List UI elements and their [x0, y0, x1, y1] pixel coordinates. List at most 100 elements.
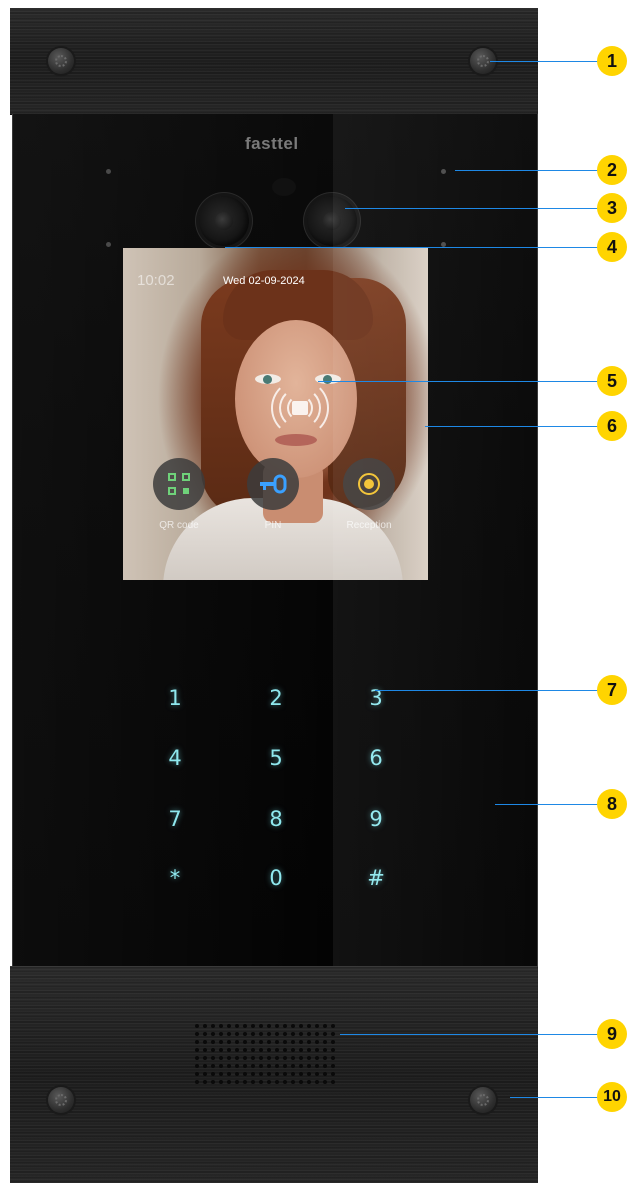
keypad-key-9[interactable]: 9	[356, 807, 396, 831]
speaker-hole	[307, 1056, 311, 1060]
speaker-hole	[315, 1024, 319, 1028]
reception-label: Reception	[346, 520, 392, 531]
keypad-key-7[interactable]: 7	[155, 807, 195, 831]
callout-badge-9: 9	[597, 1019, 627, 1049]
reception-button[interactable]	[343, 458, 395, 510]
glass-front-panel: fasttel 10:02 Wed 02-09-2024 QR code PIN…	[12, 114, 538, 966]
speaker-hole	[211, 1048, 215, 1052]
speaker-hole	[283, 1064, 287, 1068]
speaker-hole	[195, 1032, 199, 1036]
speaker-hole	[227, 1064, 231, 1068]
speaker-hole	[283, 1048, 287, 1052]
speaker-hole	[203, 1040, 207, 1044]
speaker-hole	[323, 1040, 327, 1044]
top-metal-plate	[10, 8, 538, 115]
speaker-hole	[211, 1080, 215, 1084]
speaker-hole	[299, 1056, 303, 1060]
door-intercom-panel: fasttel 10:02 Wed 02-09-2024 QR code PIN…	[10, 8, 538, 1183]
speaker-hole	[251, 1040, 255, 1044]
keypad-key-2[interactable]: 2	[256, 686, 296, 710]
keypad-key-4[interactable]: 4	[155, 746, 195, 770]
speaker-hole	[267, 1048, 271, 1052]
speaker-hole	[259, 1048, 263, 1052]
speaker-hole	[211, 1040, 215, 1044]
speaker-hole	[259, 1056, 263, 1060]
keypad-key-1[interactable]: 1	[155, 686, 195, 710]
keypad-key-6[interactable]: 6	[356, 746, 396, 770]
speaker-hole	[315, 1072, 319, 1076]
keypad-key-star[interactable]: *	[155, 866, 195, 890]
speaker-hole	[331, 1048, 335, 1052]
callout-badge-3: 3	[597, 193, 627, 223]
callout-badge-1: 1	[597, 46, 627, 76]
speaker-hole	[227, 1024, 231, 1028]
speaker-hole	[307, 1048, 311, 1052]
speaker-hole	[291, 1024, 295, 1028]
keypad-key-5[interactable]: 5	[256, 746, 296, 770]
speaker-hole	[291, 1072, 295, 1076]
speaker-hole	[211, 1024, 215, 1028]
speaker-hole	[227, 1040, 231, 1044]
speaker-hole	[283, 1040, 287, 1044]
speaker-hole	[211, 1064, 215, 1068]
speaker-hole	[307, 1064, 311, 1068]
speaker-hole	[219, 1032, 223, 1036]
callout-badge-4: 4	[597, 232, 627, 262]
qr-code-label: QR code	[159, 520, 199, 531]
callout-badge-2: 2	[597, 155, 627, 185]
speaker-hole	[203, 1032, 207, 1036]
screw-icon	[48, 1087, 74, 1113]
speaker-hole	[219, 1080, 223, 1084]
callout-badge-6: 6	[597, 411, 627, 441]
speaker-hole	[299, 1032, 303, 1036]
speaker-hole	[283, 1024, 287, 1028]
keypad-key-8[interactable]: 8	[256, 807, 296, 831]
speaker-hole	[275, 1048, 279, 1052]
callout-line	[225, 247, 600, 248]
callout-line	[455, 170, 600, 171]
speaker-hole	[307, 1080, 311, 1084]
speaker-hole	[299, 1048, 303, 1052]
speaker-hole	[291, 1040, 295, 1044]
speaker-hole	[307, 1072, 311, 1076]
callout-line	[425, 426, 600, 427]
speaker-hole	[267, 1080, 271, 1084]
speaker-hole	[243, 1032, 247, 1036]
speaker-hole	[275, 1072, 279, 1076]
keypad-key-hash[interactable]: #	[356, 866, 396, 890]
microphone-hole	[441, 169, 446, 174]
speaker-hole	[251, 1080, 255, 1084]
callout-line	[490, 61, 600, 62]
speaker-hole	[331, 1032, 335, 1036]
speaker-hole	[195, 1048, 199, 1052]
speaker-hole	[251, 1032, 255, 1036]
screen-date: Wed 02-09-2024	[223, 275, 305, 287]
speaker-hole	[315, 1048, 319, 1052]
keypad-key-0[interactable]: 0	[256, 866, 296, 890]
callout-line	[340, 1034, 600, 1035]
speaker-hole	[259, 1080, 263, 1084]
speaker-hole	[291, 1048, 295, 1052]
speaker-hole	[291, 1064, 295, 1068]
qr-code-button[interactable]	[153, 458, 205, 510]
speaker-hole	[259, 1024, 263, 1028]
speaker-hole	[195, 1040, 199, 1044]
speaker-hole	[243, 1048, 247, 1052]
speaker-hole	[275, 1064, 279, 1068]
callout-badge-7: 7	[597, 675, 627, 705]
pin-label: PIN	[264, 520, 282, 531]
speaker-hole	[227, 1048, 231, 1052]
callout-line	[375, 690, 600, 691]
screw-icon	[470, 1087, 496, 1113]
speaker-hole	[323, 1072, 327, 1076]
speaker-hole	[251, 1072, 255, 1076]
speaker-hole	[219, 1056, 223, 1060]
pin-button[interactable]	[247, 458, 299, 510]
speaker-hole	[235, 1080, 239, 1084]
speaker-hole	[331, 1024, 335, 1028]
brand-logo: fasttel	[245, 134, 299, 153]
speaker-hole	[323, 1064, 327, 1068]
speaker-hole	[275, 1024, 279, 1028]
touch-display[interactable]: 10:02 Wed 02-09-2024 QR code PIN Recepti…	[123, 248, 428, 580]
speaker-hole	[267, 1064, 271, 1068]
